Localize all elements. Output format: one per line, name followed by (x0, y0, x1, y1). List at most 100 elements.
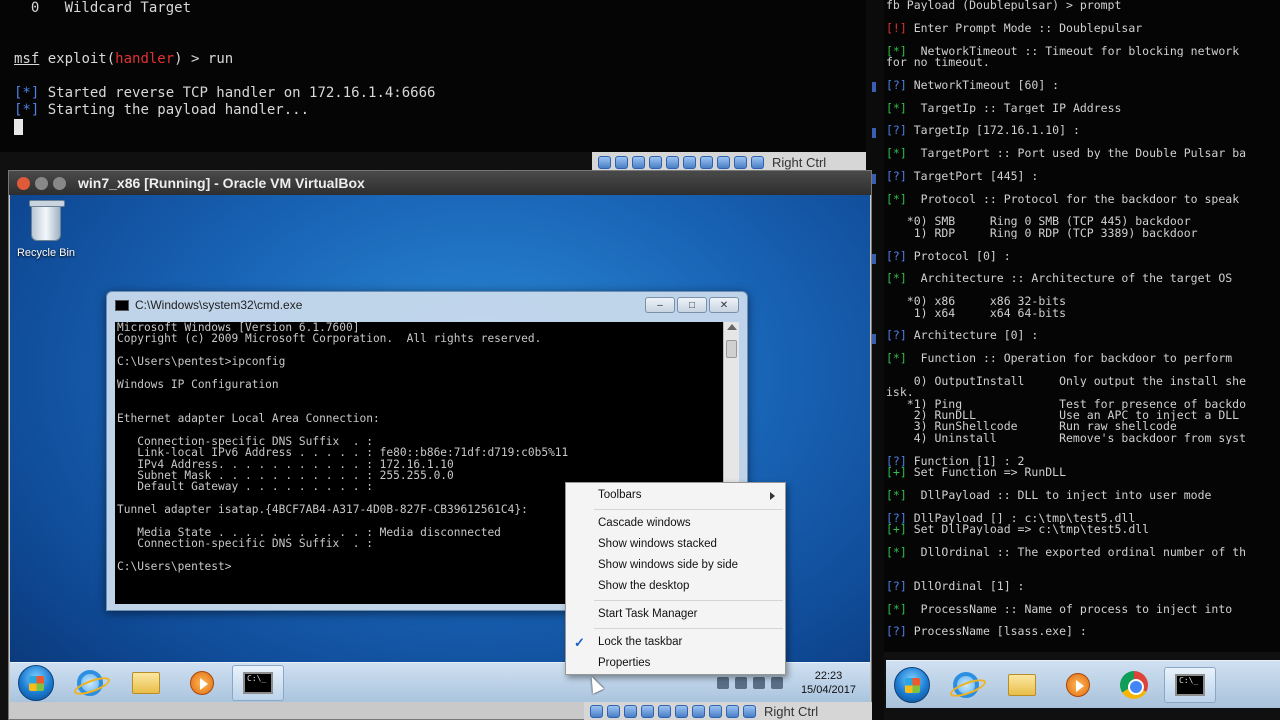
taskbar-cmd-button[interactable]: C:\_ (232, 664, 284, 701)
menu-item-toolbars[interactable]: Toolbars (566, 485, 785, 506)
status-tag: [+] (886, 523, 907, 536)
taskbar-clock[interactable]: 22:23 15/04/2017 (801, 669, 856, 697)
status-tag: [*] (886, 603, 907, 616)
status-tag: [*] (886, 148, 907, 160)
taskbar-media-player-button[interactable] (1052, 667, 1104, 703)
right-terminal[interactable]: fb Payload (Doublepulsar) > prompt [!] En… (884, 0, 1280, 652)
taskbar-explorer-button[interactable] (120, 665, 172, 701)
menu-item-lock-the-taskbar[interactable]: ✓ Lock the taskbar (566, 632, 785, 653)
mouse-integration-icon[interactable] (751, 155, 764, 169)
close-button[interactable]: ✕ (709, 297, 739, 313)
taskbar-cmd-button[interactable]: C:\_ (1164, 666, 1216, 703)
audio-icon[interactable] (624, 704, 637, 718)
video-capture-icon[interactable] (709, 704, 722, 718)
status-tag: [*] (886, 489, 907, 502)
cmd-title-bar[interactable]: C:\Windows\system32\cmd.exe – □ ✕ (107, 292, 747, 318)
volume-icon[interactable] (770, 676, 783, 689)
optical-drive-icon[interactable] (607, 704, 620, 718)
menu-item-properties[interactable]: Properties (566, 653, 785, 674)
terminal-line: *0) SMB Ring 0 SMB (TCP 445) backdoor (886, 216, 1191, 228)
recycle-bin[interactable]: Recycle Bin (16, 200, 76, 259)
display-icon[interactable] (700, 155, 713, 169)
audio-icon[interactable] (632, 155, 645, 169)
taskbar-chrome-button[interactable] (1108, 667, 1160, 703)
menu-item-cascade-windows[interactable]: Cascade windows (566, 513, 785, 534)
status-tag: [*] (886, 45, 907, 57)
taskbar-ie-button[interactable] (64, 665, 116, 701)
top-terminal[interactable]: 0 Wildcard Target msf exploit(handler) >… (0, 0, 866, 152)
close-icon[interactable] (17, 176, 30, 190)
media-player-icon (190, 670, 214, 695)
scroll-thumb[interactable] (726, 340, 737, 358)
vbox-title-bar[interactable]: win7_x86 [Running] - Oracle VM VirtualBo… (9, 171, 871, 195)
console-line: Ethernet adapter Local Area Connection: (117, 412, 380, 426)
menu-item-show-windows-stacked[interactable]: Show windows stacked (566, 534, 785, 555)
terminal-line: [?] TargetPort [445] : (886, 170, 1039, 183)
taskbar-media-player-button[interactable] (176, 665, 228, 701)
hard-disk-icon[interactable] (590, 704, 603, 718)
scroll-up-icon[interactable] (727, 324, 737, 330)
terminal-line: [?] ProcessName [lsass.exe] : (886, 626, 1087, 638)
vbox-status-bar-top: Right Ctrl (592, 152, 866, 172)
terminal-line: [*] DllPayload :: DLL to inject into use… (886, 489, 1212, 502)
usb-icon[interactable] (658, 704, 671, 718)
network-icon[interactable] (649, 155, 662, 169)
terminal-line: [*] TargetPort :: Port used by the Doubl… (886, 148, 1247, 160)
network-icon[interactable] (752, 676, 765, 689)
status-tag: [?] (886, 626, 907, 638)
maximize-icon[interactable] (53, 176, 66, 190)
status-tag: [?] (886, 330, 907, 342)
terminal-line: [?] Architecture [0] : (886, 330, 1039, 342)
console-line: Copyright (c) 2009 Microsoft Corporation… (117, 332, 542, 346)
terminal-line: for no timeout. (886, 56, 990, 69)
folder-icon (1008, 673, 1036, 696)
msf-prompt-line: msf exploit(handler) > run (14, 51, 234, 67)
hard-disk-icon[interactable] (598, 155, 611, 169)
minimize-icon[interactable] (35, 176, 48, 190)
status-tag: [?] (886, 170, 907, 183)
action-center-icon[interactable] (734, 676, 747, 689)
video-capture-icon[interactable] (717, 155, 730, 169)
terminal-line: [?] Function [1] : 2 (886, 455, 1025, 468)
cpu-icon[interactable] (734, 155, 747, 169)
menu-item-start-task-manager[interactable]: Start Task Manager (566, 604, 785, 625)
status-tag: [!] (886, 22, 907, 35)
status-tag: [?] (886, 250, 907, 262)
terminal-line: 1) RDP Ring 0 RDP (TCP 3389) backdoor (886, 227, 1198, 240)
menu-item-show-the-desktop[interactable]: Show the desktop (566, 576, 785, 597)
menu-item-show-windows-side-by-side[interactable]: Show windows side by side (566, 555, 785, 576)
shared-folder-icon[interactable] (675, 704, 688, 718)
terminal-line: 0 Wildcard Target (14, 0, 192, 16)
minimize-button[interactable]: – (645, 297, 675, 313)
show-hidden-icons-icon[interactable] (716, 676, 729, 689)
maximize-button[interactable]: □ (677, 297, 707, 313)
terminal-line: [*] Starting the payload handler... (14, 102, 310, 118)
taskbar-explorer-button[interactable] (996, 667, 1048, 703)
terminal-line: [?] DllOrdinal [1] : (886, 580, 1025, 593)
shared-folder-icon[interactable] (683, 155, 696, 169)
terminal-line: 3) RunShellcode Run raw shellcode (886, 421, 1177, 433)
terminal-line: 0) OutputInstall Only output the install… (886, 375, 1247, 388)
display-icon[interactable] (692, 704, 705, 718)
start-button[interactable] (18, 664, 54, 701)
start-button[interactable] (894, 666, 930, 703)
taskbar-ie-button[interactable] (940, 667, 992, 703)
mouse-integration-icon[interactable] (743, 704, 756, 718)
usb-icon[interactable] (666, 155, 679, 169)
console-line: Windows IP Configuration (117, 377, 279, 391)
status-tag: [*] (886, 546, 907, 559)
status-tag: [?] (886, 125, 907, 137)
internet-explorer-icon (953, 671, 979, 698)
optical-drive-icon[interactable] (615, 155, 628, 169)
cpu-icon[interactable] (726, 704, 739, 718)
network-icon[interactable] (641, 704, 654, 718)
